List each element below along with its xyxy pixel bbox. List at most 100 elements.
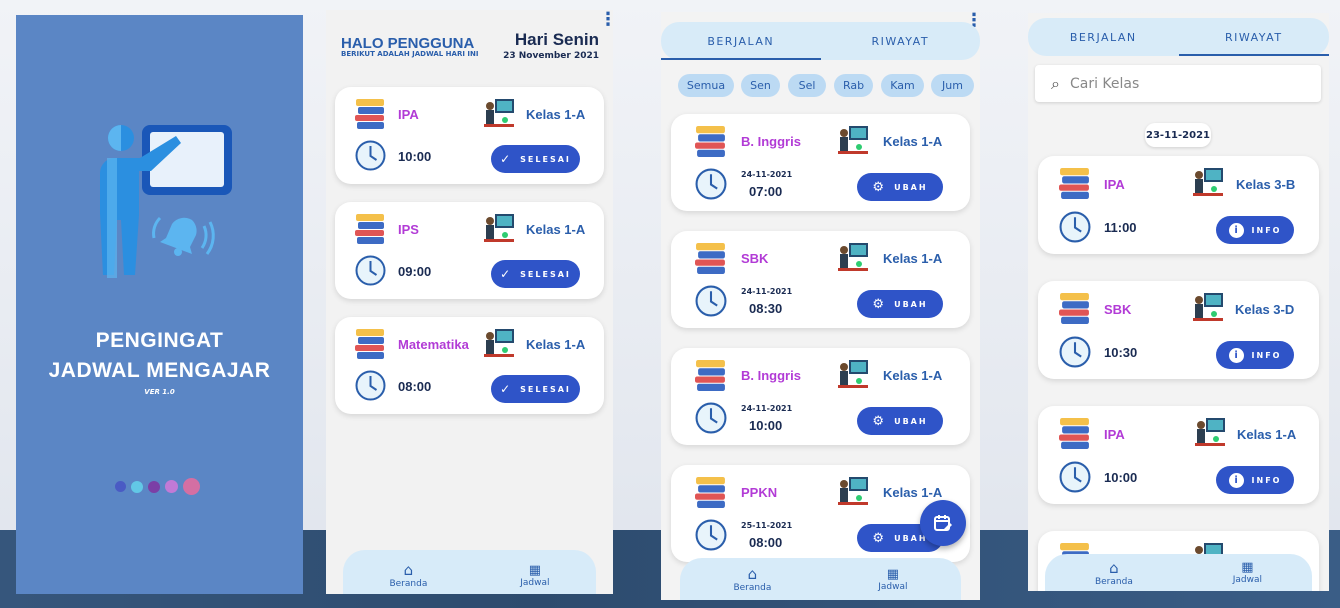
bottom-nav: ⌂ Beranda ▦ Jadwal — [343, 550, 596, 594]
schedule-card[interactable]: B. Inggris Kelas 1-A 24-11-2021 10:00 ⚙ U… — [671, 348, 970, 445]
classroom-icon — [484, 329, 514, 357]
clock-icon — [695, 168, 727, 200]
calendar-icon: ▦ — [886, 566, 900, 582]
class-label: Kelas 1-A — [526, 222, 586, 237]
day-chip-wed[interactable]: Rab — [834, 74, 873, 97]
day-chip-fri[interactable]: Jum — [931, 74, 974, 97]
date-label: 25-11-2021 — [741, 521, 793, 530]
schedule-card[interactable]: IPA Kelas 1-A 10:00 ✓ SELESAI — [335, 87, 604, 184]
day-chip-tue[interactable]: Sel — [788, 74, 826, 97]
schedule-card[interactable]: Matematika Kelas 1-A 08:00 ✓ SELESAI — [335, 317, 604, 414]
edit-button[interactable]: ⚙ UBAH — [857, 290, 943, 318]
date-label: 23 November 2021 — [503, 51, 599, 61]
nav-schedule[interactable]: ▦ Jadwal — [1233, 560, 1262, 585]
tab-bar: BERJALAN RIWAYAT — [1028, 18, 1329, 56]
loading-dot — [183, 478, 200, 495]
books-icon — [355, 214, 384, 244]
search-field[interactable]: ⌕ Cari Kelas — [1035, 65, 1321, 102]
time-label: 07:00 — [749, 184, 783, 199]
class-label: Kelas 3-B — [1236, 177, 1296, 192]
home-icon: ⌂ — [1109, 558, 1119, 577]
clock-icon — [355, 370, 386, 401]
schedule-card[interactable]: IPS Kelas 1-A 09:00 ✓ SELESAI — [335, 202, 604, 299]
app-title-line1: PENGINGAT — [95, 329, 224, 352]
nav-home[interactable]: ⌂ Beranda — [1095, 559, 1133, 587]
clock-icon — [1059, 461, 1091, 493]
day-chip-thu[interactable]: Kam — [881, 74, 924, 97]
schedule-card[interactable]: SBK Kelas 1-A 24-11-2021 08:30 ⚙ UBAH — [671, 231, 970, 328]
loading-dot — [131, 480, 143, 493]
classroom-icon — [1193, 168, 1223, 196]
class-label: Kelas 1-A — [883, 134, 943, 149]
class-label: Kelas 1-A — [526, 337, 586, 352]
history-screen: BERJALAN RIWAYAT ⌕ Cari Kelas 23-11-2021… — [1028, 13, 1329, 591]
day-chip-mon[interactable]: Sen — [741, 74, 780, 97]
date-label: 24-11-2021 — [741, 404, 793, 413]
gear-icon: ⚙ — [872, 179, 887, 195]
classroom-icon — [838, 360, 868, 388]
edit-button[interactable]: ⚙ UBAH — [857, 173, 943, 201]
gear-icon: ⚙ — [872, 296, 887, 312]
time-label: 10:00 — [398, 149, 432, 164]
history-card[interactable]: IPA Kelas 3-B 11:00 i INFO — [1038, 156, 1319, 254]
tab-running[interactable]: BERJALAN — [1028, 18, 1179, 56]
history-card[interactable]: IPA Kelas 1-A 10:00 i INFO — [1038, 406, 1319, 504]
calendar-icon: ▦ — [1241, 560, 1254, 575]
subject-label: B. Inggris — [741, 368, 801, 383]
books-icon — [1059, 293, 1089, 324]
done-button[interactable]: ✓ SELESAI — [491, 260, 580, 288]
done-button[interactable]: ✓ SELESAI — [491, 375, 580, 403]
nav-home[interactable]: ⌂ Beranda — [389, 561, 427, 589]
subject-label: Matematika — [398, 337, 469, 352]
tab-bar: BERJALAN RIWAYAT — [661, 22, 980, 60]
clock-icon — [695, 402, 727, 434]
history-card[interactable]: SBK Kelas 3-D 10:30 i INFO — [1038, 281, 1319, 379]
books-icon — [695, 360, 725, 391]
class-label: Kelas 1-A — [1237, 427, 1297, 442]
classroom-icon — [484, 214, 514, 242]
info-button[interactable]: i INFO — [1216, 466, 1294, 494]
splash-screen: PENGINGAT JADWAL MENGAJAR VER 1.0 — [16, 15, 303, 594]
gear-icon: ⚙ — [872, 413, 887, 429]
classroom-icon — [484, 99, 514, 127]
add-schedule-fab[interactable] — [920, 500, 966, 546]
info-button[interactable]: i INFO — [1216, 341, 1294, 369]
books-icon — [355, 99, 384, 129]
loading-dots — [115, 478, 200, 495]
time-label: 10:00 — [749, 418, 783, 433]
day-title: Hari Senin — [514, 30, 599, 49]
loading-dot — [115, 481, 126, 492]
check-icon: ✓ — [500, 267, 513, 281]
greeting-subtitle: BERIKUT ADALAH JADWAL HARI INI — [341, 50, 479, 58]
nav-home[interactable]: ⌂ Beranda — [733, 565, 771, 593]
clock-icon — [355, 140, 386, 171]
clock-icon — [1059, 211, 1091, 243]
subject-label: IPA — [1104, 177, 1125, 192]
time-label: 11:00 — [1104, 220, 1137, 235]
nav-schedule[interactable]: ▦ Jadwal — [878, 567, 907, 592]
date-group-label: 23-11-2021 — [1145, 123, 1211, 147]
time-label: 08:00 — [398, 379, 432, 394]
nav-schedule[interactable]: ▦ Jadwal — [520, 563, 549, 588]
day-chip-all[interactable]: Semua — [678, 74, 734, 97]
more-menu-icon[interactable]: ⋮ — [599, 11, 613, 29]
date-label: 24-11-2021 — [741, 170, 793, 179]
info-button[interactable]: i INFO — [1216, 216, 1294, 244]
app-version: VER 1.0 — [144, 388, 175, 396]
books-icon — [355, 329, 384, 359]
schedule-card[interactable]: B. Inggris Kelas 1-A 24-11-2021 07:00 ⚙ U… — [671, 114, 970, 211]
tab-history[interactable]: RIWAYAT — [1178, 18, 1330, 56]
classroom-icon — [1195, 418, 1225, 446]
loading-dot — [165, 480, 178, 493]
info-icon: i — [1228, 222, 1244, 238]
subject-label: SBK — [1104, 302, 1132, 317]
edit-button[interactable]: ⚙ UBAH — [857, 407, 943, 435]
classroom-icon — [838, 477, 868, 505]
done-button[interactable]: ✓ SELESAI — [491, 145, 580, 173]
date-label: 24-11-2021 — [741, 287, 793, 296]
tab-history[interactable]: RIWAYAT — [821, 22, 981, 60]
books-icon — [695, 243, 725, 274]
gear-icon: ⚙ — [872, 530, 887, 546]
tab-running[interactable]: BERJALAN — [661, 22, 821, 60]
home-screen: ⋮ HALO PENGGUNA BERIKUT ADALAH JADWAL HA… — [326, 10, 613, 594]
